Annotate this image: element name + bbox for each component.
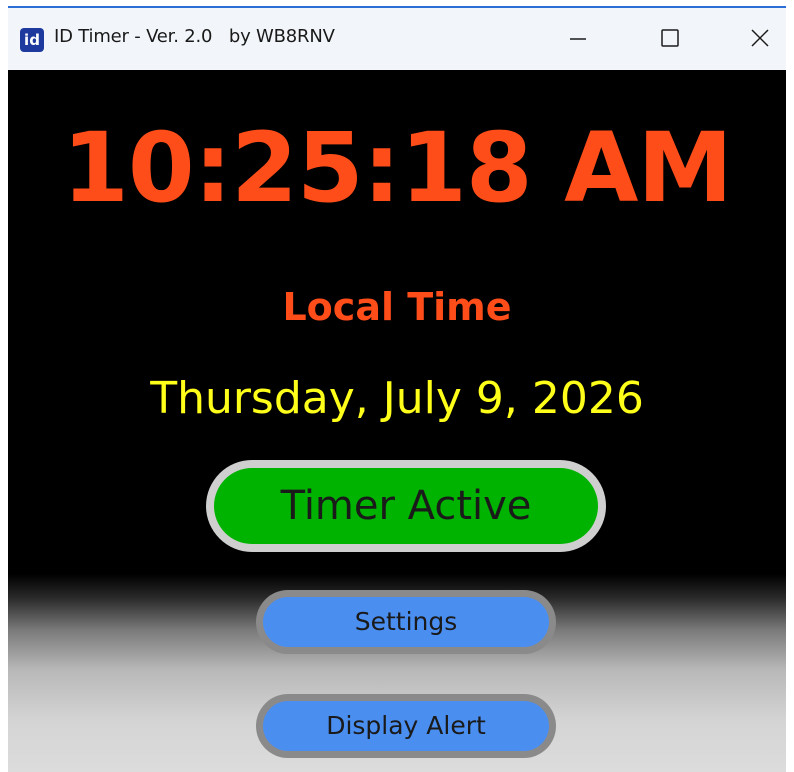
close-button[interactable] bbox=[738, 16, 782, 60]
display-alert-button-label: Display Alert bbox=[263, 701, 549, 751]
settings-button[interactable]: Settings bbox=[256, 590, 556, 654]
close-icon bbox=[751, 29, 769, 47]
minimize-icon bbox=[570, 38, 586, 40]
maximize-button[interactable] bbox=[648, 16, 692, 60]
minimize-button[interactable] bbox=[556, 16, 600, 60]
window-title: ID Timer - Ver. 2.0 by WB8RNV bbox=[54, 26, 335, 47]
time-zone-label: Local Time bbox=[282, 285, 512, 329]
maximize-icon bbox=[661, 29, 679, 47]
clock-time: 10:25:18 AM bbox=[62, 112, 733, 224]
app-window: id ID Timer - Ver. 2.0 by WB8RNV 10:25:1… bbox=[8, 6, 786, 772]
timer-status-indicator: Timer Active bbox=[206, 460, 606, 552]
title-bar[interactable]: id ID Timer - Ver. 2.0 by WB8RNV bbox=[8, 8, 786, 70]
app-icon: id bbox=[20, 28, 44, 52]
client-area: 10:25:18 AM Local Time Thursday, July 9,… bbox=[8, 70, 786, 772]
display-alert-button[interactable]: Display Alert bbox=[256, 694, 556, 758]
timer-status-label: Timer Active bbox=[214, 468, 598, 544]
current-date: Thursday, July 9, 2026 bbox=[150, 373, 644, 424]
settings-button-label: Settings bbox=[263, 597, 549, 647]
